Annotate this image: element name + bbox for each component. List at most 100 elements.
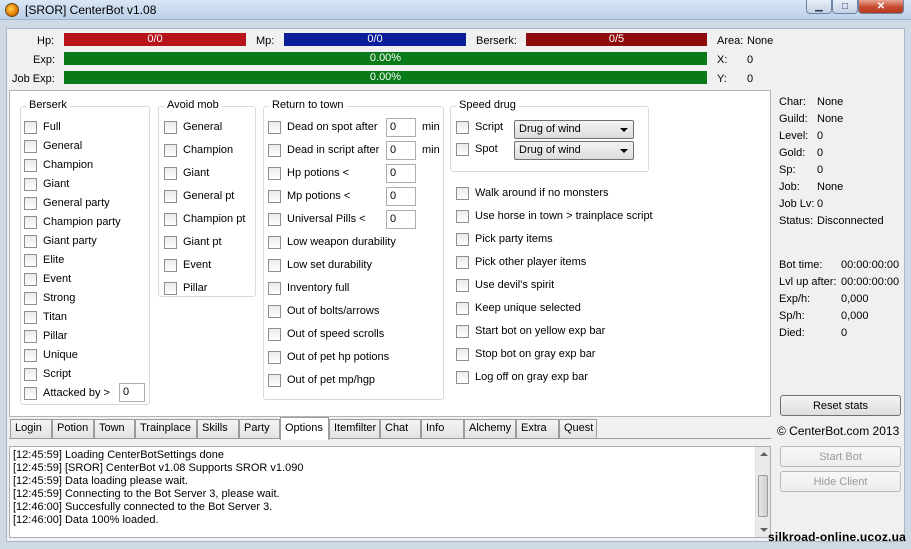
pick-party-items-checkbox[interactable]: Pick party items <box>456 231 553 247</box>
dead-in-script-after-checkbox[interactable]: Dead in script after <box>268 142 379 158</box>
out-of-pet-mp-hgp-checkbox[interactable]: Out of pet mp/hgp <box>268 372 375 388</box>
general-pt-checkbox[interactable]: General pt <box>164 188 234 204</box>
elite-checkbox[interactable]: Elite <box>24 252 64 268</box>
universal-pills-input[interactable]: 0 <box>386 210 416 229</box>
checkbox-box[interactable] <box>24 196 37 210</box>
tab-login[interactable]: Login <box>10 419 52 438</box>
stop-bot-on-gray-exp-bar-checkbox[interactable]: Stop bot on gray exp bar <box>456 346 595 362</box>
pillar-checkbox[interactable]: Pillar <box>164 280 207 296</box>
checkbox-box[interactable] <box>164 258 177 272</box>
champion-party-checkbox[interactable]: Champion party <box>24 214 121 230</box>
log-panel[interactable]: [12:45:59] Loading CenterBotSettings don… <box>9 446 771 538</box>
checkbox-box[interactable] <box>24 120 37 134</box>
tab-potion[interactable]: Potion <box>52 419 94 438</box>
dead-script-minutes-input[interactable]: 0 <box>386 141 416 160</box>
checkbox-box[interactable] <box>456 120 469 134</box>
inventory-full-checkbox[interactable]: Inventory full <box>268 280 349 296</box>
tab-trainplace[interactable]: Trainplace <box>135 419 197 438</box>
speed-script-select[interactable]: Drug of wind <box>514 120 634 139</box>
checkbox-box[interactable] <box>268 327 281 341</box>
checkbox-box[interactable] <box>24 329 37 343</box>
universal-pills-checkbox[interactable]: Universal Pills < <box>268 211 366 227</box>
reset-stats-button[interactable]: Reset stats <box>780 395 901 416</box>
checkbox-box[interactable] <box>268 281 281 295</box>
general-checkbox[interactable]: General <box>24 138 82 154</box>
out-of-pet-hp-potions-checkbox[interactable]: Out of pet hp potions <box>268 349 389 365</box>
walk-around-if-no-monsters-checkbox[interactable]: Walk around if no monsters <box>456 185 608 201</box>
checkbox-box[interactable] <box>164 120 177 134</box>
checkbox-box[interactable] <box>456 278 469 292</box>
checkbox-box[interactable] <box>268 258 281 272</box>
tab-quest[interactable]: Quest <box>559 419 597 438</box>
checkbox-box[interactable] <box>268 120 281 134</box>
giant-checkbox[interactable]: Giant <box>24 176 69 192</box>
dead-on-spot-after-checkbox[interactable]: Dead on spot after <box>268 119 378 135</box>
checkbox-box[interactable] <box>24 348 37 362</box>
checkbox-box[interactable] <box>456 324 469 338</box>
checkbox-box[interactable] <box>164 189 177 203</box>
checkbox-box[interactable] <box>24 310 37 324</box>
checkbox-box[interactable] <box>24 291 37 305</box>
checkbox-box[interactable] <box>268 143 281 157</box>
close-button[interactable]: ✕ <box>858 0 904 14</box>
checkbox-box[interactable] <box>164 235 177 249</box>
checkbox-box[interactable] <box>456 347 469 361</box>
general-party-checkbox[interactable]: General party <box>24 195 110 211</box>
start-bot-on-yellow-exp-bar-checkbox[interactable]: Start bot on yellow exp bar <box>456 323 605 339</box>
tab-party[interactable]: Party <box>239 419 280 438</box>
checkbox-box[interactable] <box>456 142 469 156</box>
out-of-speed-scrolls-checkbox[interactable]: Out of speed scrolls <box>268 326 384 342</box>
keep-unique-selected-checkbox[interactable]: Keep unique selected <box>456 300 581 316</box>
tab-skills[interactable]: Skills <box>197 419 239 438</box>
scroll-down-icon[interactable] <box>760 528 768 532</box>
speed-script-checkbox[interactable]: Script <box>456 119 503 135</box>
checkbox-box[interactable] <box>24 158 37 172</box>
checkbox-box[interactable] <box>24 177 37 191</box>
checkbox-box[interactable] <box>24 272 37 286</box>
checkbox-box[interactable] <box>456 301 469 315</box>
checkbox-box[interactable] <box>24 253 37 267</box>
use-devil-s-spirit-checkbox[interactable]: Use devil's spirit <box>456 277 554 293</box>
minimize-button[interactable]: ▁ <box>806 0 832 14</box>
log-scrollbar[interactable] <box>755 447 770 537</box>
low-weapon-durability-checkbox[interactable]: Low weapon durability <box>268 234 396 250</box>
checkbox-box[interactable] <box>268 350 281 364</box>
mp-potions-input[interactable]: 0 <box>386 187 416 206</box>
attacked-by-checkbox[interactable]: Attacked by > <box>24 385 110 401</box>
checkbox-box[interactable] <box>164 281 177 295</box>
tab-itemfilter[interactable]: Itemfilter <box>329 419 380 438</box>
mp-potions-checkbox[interactable]: Mp potions < <box>268 188 350 204</box>
tab-chat[interactable]: Chat <box>380 419 421 438</box>
hp-potions-checkbox[interactable]: Hp potions < <box>268 165 349 181</box>
checkbox-box[interactable] <box>24 215 37 229</box>
champion-pt-checkbox[interactable]: Champion pt <box>164 211 245 227</box>
checkbox-box[interactable] <box>268 304 281 318</box>
checkbox-box[interactable] <box>268 189 281 203</box>
checkbox-box[interactable] <box>456 255 469 269</box>
low-set-durability-checkbox[interactable]: Low set durability <box>268 257 372 273</box>
attacked-by-input[interactable]: 0 <box>119 383 145 402</box>
log-off-on-gray-exp-bar-checkbox[interactable]: Log off on gray exp bar <box>456 369 588 385</box>
unique-checkbox[interactable]: Unique <box>24 347 78 363</box>
maximize-button[interactable]: □ <box>832 0 858 14</box>
hide-client-button[interactable]: Hide Client <box>780 471 901 492</box>
start-bot-button[interactable]: Start Bot <box>780 446 901 467</box>
script-checkbox[interactable]: Script <box>24 366 71 382</box>
use-horse-in-town-trainplace-script-checkbox[interactable]: Use horse in town > trainplace script <box>456 208 653 224</box>
checkbox-box[interactable] <box>268 235 281 249</box>
pillar-checkbox[interactable]: Pillar <box>24 328 67 344</box>
checkbox-box[interactable] <box>24 386 37 400</box>
checkbox-box[interactable] <box>164 212 177 226</box>
checkbox-box[interactable] <box>268 373 281 387</box>
event-checkbox[interactable]: Event <box>24 271 71 287</box>
dead-spot-minutes-input[interactable]: 0 <box>386 118 416 137</box>
checkbox-box[interactable] <box>24 139 37 153</box>
tab-extra[interactable]: Extra <box>516 419 559 438</box>
checkbox-box[interactable] <box>456 186 469 200</box>
speed-spot-select[interactable]: Drug of wind <box>514 141 634 160</box>
checkbox-box[interactable] <box>456 209 469 223</box>
checkbox-box[interactable] <box>456 232 469 246</box>
checkbox-box[interactable] <box>164 166 177 180</box>
full-checkbox[interactable]: Full <box>24 119 61 135</box>
champion-checkbox[interactable]: Champion <box>24 157 93 173</box>
